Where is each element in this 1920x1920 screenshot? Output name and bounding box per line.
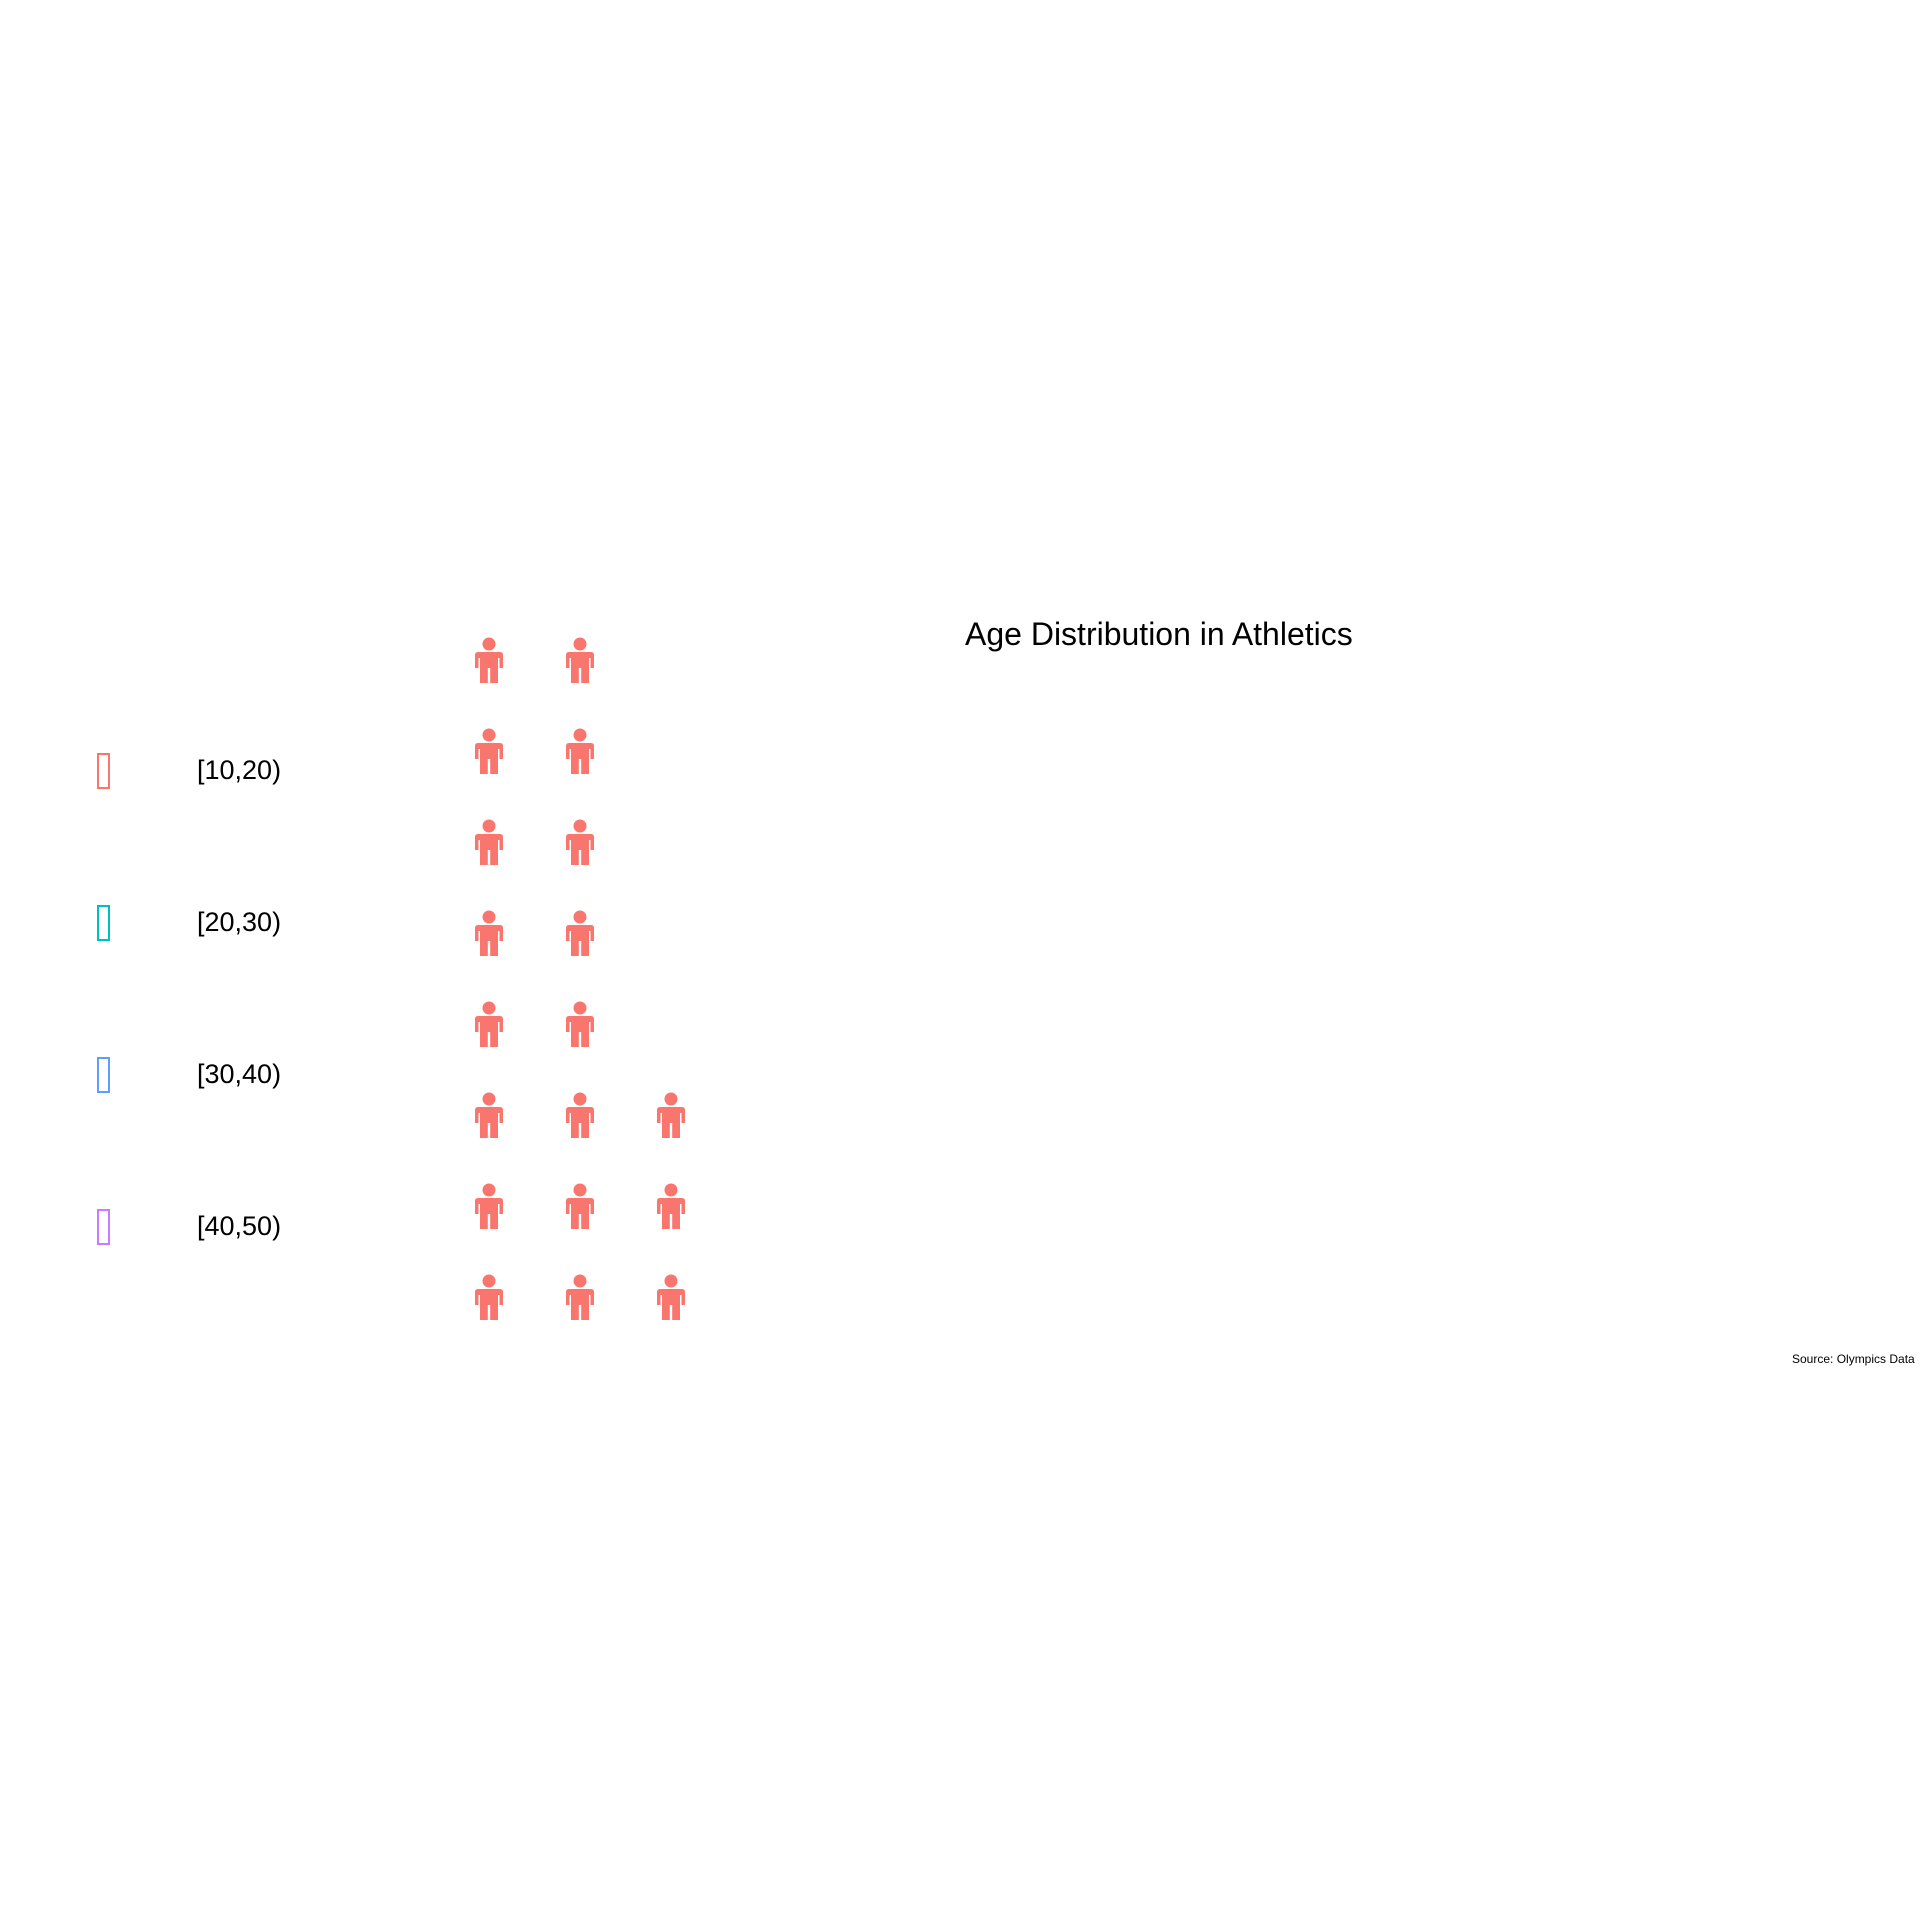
person-icon <box>566 728 594 774</box>
person-icon <box>657 1274 685 1320</box>
person-icon <box>475 1183 503 1229</box>
person-icon <box>475 1001 503 1047</box>
pictogram-plot <box>475 637 685 1320</box>
person-icon <box>566 1274 594 1320</box>
person-icon <box>475 728 503 774</box>
person-icon <box>475 1092 503 1138</box>
person-icon <box>475 1274 503 1320</box>
person-icon <box>566 1001 594 1047</box>
person-icon <box>475 637 503 683</box>
person-icon <box>657 1092 685 1138</box>
person-icon <box>566 1183 594 1229</box>
person-icon <box>657 1183 685 1229</box>
source-caption: Source: Olympics Data <box>1792 1352 1915 1366</box>
person-icon <box>475 819 503 865</box>
person-icon <box>475 910 503 956</box>
person-icon <box>566 637 594 683</box>
person-icon <box>566 910 594 956</box>
person-icon <box>566 819 594 865</box>
person-icon <box>566 1092 594 1138</box>
